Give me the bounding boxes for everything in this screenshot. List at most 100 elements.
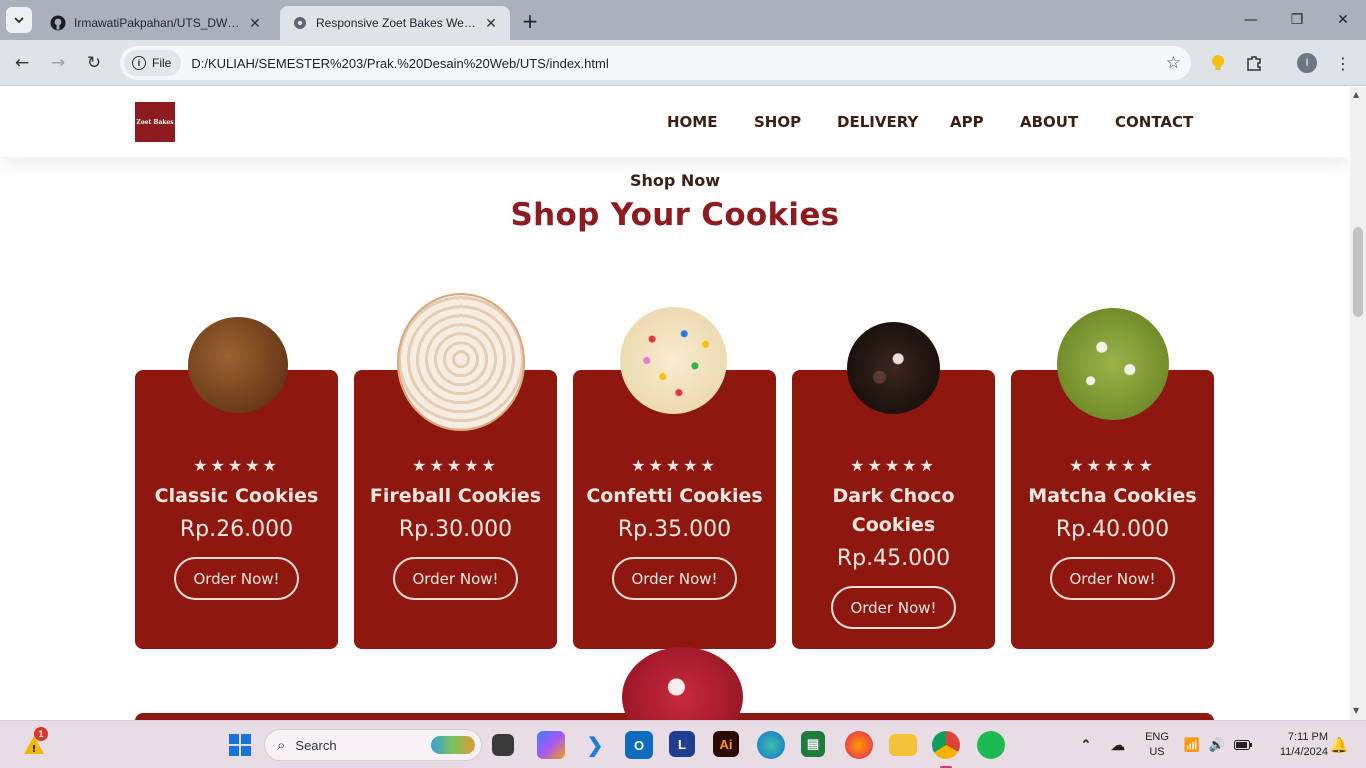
reload-icon[interactable]: ↻: [80, 49, 108, 77]
order-now-button[interactable]: Order Now!: [831, 586, 956, 629]
product-name: Matcha Cookies: [1028, 485, 1197, 507]
file-explorer-icon[interactable]: [889, 734, 917, 756]
wifi-icon[interactable]: 📶: [1182, 731, 1202, 759]
product-card-confetti: ★★★★★ Confetti Cookies Rp.35.000 Order N…: [573, 307, 776, 649]
clock-time: 7:11 PM: [1287, 731, 1328, 743]
close-window-button[interactable]: ✕: [1320, 0, 1366, 40]
cookie-image: [397, 293, 525, 431]
product-price: Rp.45.000: [836, 546, 951, 571]
taskbar-search-box[interactable]: ⌕ Search: [264, 729, 482, 761]
chrome-icon[interactable]: [932, 731, 960, 759]
notification-badge: 1: [34, 727, 48, 741]
close-icon[interactable]: ✕: [482, 14, 500, 32]
cookie-image: [188, 317, 288, 413]
rating-stars: ★★★★★: [631, 456, 718, 475]
chip-label: File: [152, 56, 172, 70]
search-highlight-icon: [431, 736, 475, 754]
edge-icon[interactable]: [757, 731, 785, 759]
new-tab-button[interactable]: +: [518, 9, 542, 33]
vscode-icon[interactable]: ❯: [581, 731, 609, 759]
battery-icon[interactable]: [1232, 731, 1254, 759]
url-text[interactable]: D:/KULIAH/SEMESTER%203/Prak.%20Desain%20…: [191, 56, 608, 71]
task-view-icon[interactable]: [492, 734, 514, 756]
forward-icon[interactable]: →: [44, 49, 72, 77]
outlook-icon[interactable]: O: [625, 731, 653, 759]
nav-about[interactable]: ABOUT: [1020, 113, 1078, 131]
section-kicker: Shop Now: [629, 171, 721, 190]
tab-zoet-bakes[interactable]: Responsive Zoet Bakes Website ✕: [280, 6, 510, 40]
logo-text: Zoet Bakes: [136, 118, 174, 126]
product-price: Rp.40.000: [1055, 517, 1170, 542]
tab-title: Responsive Zoet Bakes Website: [316, 16, 482, 30]
language-indicator[interactable]: ENG US: [1140, 730, 1174, 760]
nav-delivery[interactable]: DELIVERY: [837, 113, 918, 131]
onedrive-cloud-icon[interactable]: ☁: [1106, 731, 1130, 759]
clock-date: 11/4/2024: [1279, 746, 1328, 758]
product-price: Rp.26.000: [179, 517, 294, 542]
chevron-up-icon[interactable]: ⌃: [1076, 731, 1096, 759]
scrollbar-thumb[interactable]: [1353, 227, 1363, 317]
menu-kebab-icon[interactable]: ⋮: [1332, 52, 1354, 74]
nav-contact[interactable]: CONTACT: [1115, 113, 1193, 131]
notification-bell-icon[interactable]: 🔔: [1330, 731, 1349, 759]
illustrator-icon[interactable]: Ai: [713, 731, 739, 757]
zoet-bakes-logo[interactable]: Zoet Bakes: [135, 102, 175, 142]
restore-button[interactable]: ❐: [1274, 0, 1320, 40]
clock[interactable]: 7:11 PM 11/4/2024: [1262, 730, 1328, 760]
search-placeholder: Search: [295, 737, 337, 753]
cookie-image: [847, 322, 940, 414]
order-now-button[interactable]: Order Now!: [174, 557, 299, 600]
rating-stars: ★★★★★: [1069, 456, 1156, 475]
product-name: Confetti Cookies: [586, 485, 763, 507]
product-price: Rp.30.000: [398, 517, 513, 542]
address-bar[interactable]: i File D:/KULIAH/SEMESTER%203/Prak.%20De…: [120, 46, 1191, 80]
profile-initial: I: [1297, 53, 1317, 73]
profile-avatar[interactable]: I: [1296, 52, 1318, 74]
search-icon: ⌕: [277, 736, 286, 754]
order-now-button[interactable]: Order Now!: [612, 557, 737, 600]
close-icon[interactable]: ✕: [246, 14, 264, 32]
page-viewport: Zoet Bakes HOME SHOP DELIVERY APP ABOUT …: [0, 87, 1350, 720]
nav-app[interactable]: APP: [950, 113, 984, 131]
language-line2: US: [1149, 746, 1165, 758]
extensions-icon[interactable]: [1243, 52, 1265, 74]
windows-start-icon[interactable]: [226, 731, 254, 759]
back-icon[interactable]: ←: [8, 49, 36, 77]
site-header: Zoet Bakes HOME SHOP DELIVERY APP ABOUT …: [0, 87, 1350, 157]
scroll-down-icon[interactable]: ▼: [1353, 706, 1359, 715]
order-now-button[interactable]: Order Now!: [1050, 557, 1175, 600]
firefox-icon[interactable]: [845, 731, 873, 759]
product-name: Classic Cookies: [154, 485, 319, 507]
page-scrollbar[interactable]: ▲ ▼: [1350, 87, 1366, 720]
lightbulb-icon[interactable]: [1207, 52, 1229, 74]
rating-stars: ★★★★★: [412, 456, 499, 475]
site-info-chip[interactable]: i File: [124, 50, 182, 76]
minimize-button[interactable]: —: [1228, 0, 1274, 40]
spotify-icon[interactable]: [977, 731, 1005, 759]
rating-stars: ★★★★★: [193, 456, 280, 475]
product-card-dark-choco: ★★★★★ Dark Choco Cookies Rp.45.000 Order…: [792, 322, 995, 649]
product-card-classic: ★★★★★ Classic Cookies Rp.26.000 Order No…: [135, 317, 338, 649]
weather-warning-icon[interactable]: ! 1: [20, 727, 48, 759]
nav-shop[interactable]: SHOP: [754, 113, 801, 131]
copilot-icon[interactable]: [537, 731, 565, 759]
cookie-image: [1057, 308, 1169, 420]
tab-title: IrmawatiPakpahan/UTS_DW_Irm: [74, 16, 246, 30]
tab-github[interactable]: IrmawatiPakpahan/UTS_DW_Irm ✕: [38, 6, 274, 40]
bookmark-star-icon[interactable]: ☆: [1166, 53, 1181, 73]
spreadsheet-icon[interactable]: ▤: [801, 731, 825, 757]
browser-toolbar: ← → ↻ i File D:/KULIAH/SEMESTER%203/Prak…: [0, 40, 1366, 86]
scroll-up-icon[interactable]: ▲: [1353, 90, 1359, 99]
tab-search-button[interactable]: [6, 7, 32, 33]
github-icon: [50, 15, 66, 31]
lexis-icon[interactable]: L: [669, 731, 695, 757]
section-title: Shop Your Cookies: [510, 197, 840, 233]
nav-home[interactable]: HOME: [667, 113, 717, 131]
product-card-fireball: ★★★★★ Fireball Cookies Rp.30.000 Order N…: [354, 293, 557, 649]
product-card-matcha: ★★★★★ Matcha Cookies Rp.40.000 Order Now…: [1011, 308, 1214, 649]
volume-icon[interactable]: 🔊: [1206, 731, 1228, 759]
order-now-button[interactable]: Order Now!: [393, 557, 518, 600]
red-velvet-cookie-image: [622, 647, 743, 720]
windows-taskbar: ! 1 ⌕ Search ❯ O L Ai ▤ ⌃ ☁ ENG US 📶 🔊 7…: [0, 720, 1366, 768]
rating-stars: ★★★★★: [850, 456, 937, 475]
